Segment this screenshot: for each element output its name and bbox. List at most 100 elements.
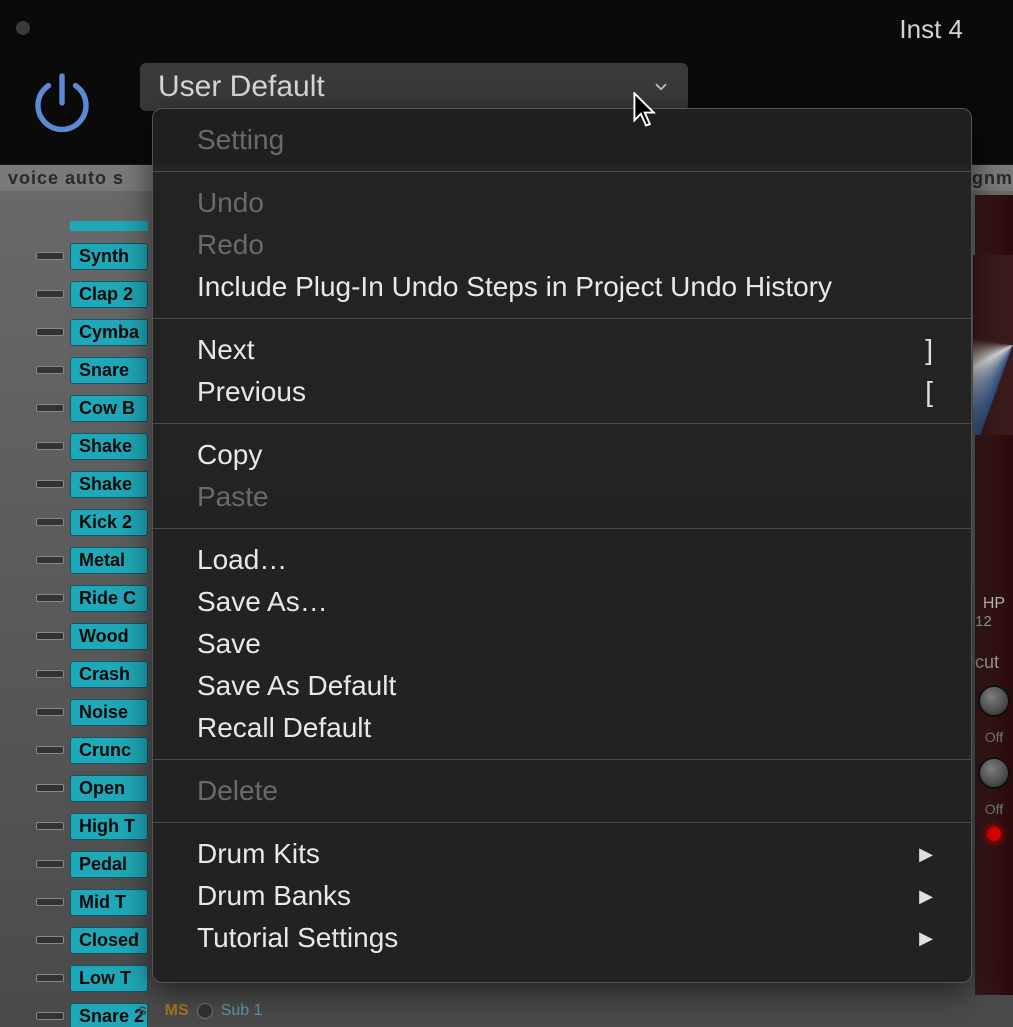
close-window-button[interactable]	[16, 21, 30, 35]
menu-delete-label: Delete	[197, 775, 278, 807]
track-row[interactable]: Pedal	[36, 845, 154, 883]
menu-save-as[interactable]: Save As…	[153, 581, 971, 623]
sq-label: sq	[138, 1002, 157, 1020]
track-row[interactable]: Open	[36, 769, 154, 807]
menu-save-label: Save	[197, 628, 261, 660]
track-pill[interactable]: Clap 2	[70, 281, 148, 308]
fader-stub[interactable]	[36, 670, 64, 678]
track-pill[interactable]: Shake	[70, 471, 148, 498]
sub-label: Sub 1	[221, 1002, 263, 1020]
menu-copy[interactable]: Copy	[153, 434, 971, 476]
menu-recall-default[interactable]: Recall Default	[153, 707, 971, 749]
track-pill[interactable]: Mid T	[70, 889, 148, 916]
submenu-arrow-icon: ▶	[919, 844, 933, 865]
menu-load[interactable]: Load…	[153, 539, 971, 581]
track-pill[interactable]: High T	[70, 813, 148, 840]
track-pill[interactable]: Crunc	[70, 737, 148, 764]
track-row[interactable]: Closed	[36, 921, 154, 959]
track-row[interactable]: Ride C	[36, 579, 154, 617]
menu-tutorial[interactable]: Tutorial Settings ▶	[153, 917, 971, 959]
menu-load-label: Load…	[197, 544, 287, 576]
fader-stub[interactable]	[36, 936, 64, 944]
track-row[interactable]: Crunc	[36, 731, 154, 769]
fader-stub[interactable]	[36, 252, 64, 260]
track-pill[interactable]: Kick 2	[70, 509, 148, 536]
track-pill[interactable]: Cow B	[70, 395, 148, 422]
menu-drum-banks[interactable]: Drum Banks ▶	[153, 875, 971, 917]
track-row[interactable]: Shake	[36, 427, 154, 465]
track-row[interactable]: Crash	[36, 655, 154, 693]
fader-stub[interactable]	[36, 974, 64, 982]
track-row[interactable]: Shake	[36, 465, 154, 503]
track-pill[interactable]: Snare 2	[70, 1003, 148, 1027]
menu-recall-default-label: Recall Default	[197, 712, 371, 744]
fader-stub[interactable]	[36, 860, 64, 868]
track-row[interactable]: Synth	[36, 237, 154, 275]
track-pill[interactable]: Shake	[70, 433, 148, 460]
fader-stub[interactable]	[36, 328, 64, 336]
menu-previous[interactable]: Previous [	[153, 371, 971, 413]
fader-stub[interactable]	[36, 404, 64, 412]
fader-stub[interactable]	[36, 290, 64, 298]
fader-stub[interactable]	[36, 708, 64, 716]
filter-panel: HP 12 cut Off Off	[975, 195, 1013, 995]
track-pill[interactable]: Noise	[70, 699, 148, 726]
bottom-strip: sq MS Sub 1	[138, 995, 262, 1027]
track-row[interactable]: Kick 2	[36, 503, 154, 541]
track-pill[interactable]: Low T	[70, 965, 148, 992]
preset-dropdown[interactable]: User Default	[140, 63, 688, 111]
track-pill[interactable]: Closed	[70, 927, 148, 954]
filter-dial[interactable]	[973, 255, 1013, 435]
menu-include-undo-label: Include Plug-In Undo Steps in Project Un…	[197, 271, 832, 303]
track-pill[interactable]: Pedal	[70, 851, 148, 878]
cutoff-knob[interactable]	[978, 685, 1010, 717]
submenu-arrow-icon: ▶	[919, 886, 933, 907]
track-row[interactable]: Metal	[36, 541, 154, 579]
track-pill[interactable]: Synth	[70, 243, 148, 270]
track-pill[interactable]: Wood	[70, 623, 148, 650]
fader-stub[interactable]	[36, 594, 64, 602]
track-row[interactable]: Clap 2	[36, 275, 154, 313]
track-pill[interactable]: Snare	[70, 357, 148, 384]
track-row[interactable]: Noise	[36, 693, 154, 731]
fader-stub[interactable]	[36, 632, 64, 640]
fader-stub[interactable]	[36, 480, 64, 488]
resonance-knob[interactable]	[978, 757, 1010, 789]
fader-stub[interactable]	[36, 822, 64, 830]
track-pill[interactable]: Open	[70, 775, 148, 802]
track-row[interactable]: Cymba	[36, 313, 154, 351]
fader-stub[interactable]	[36, 442, 64, 450]
menu-save-default[interactable]: Save As Default	[153, 665, 971, 707]
fader-stub[interactable]	[36, 746, 64, 754]
fader-stub[interactable]	[36, 1012, 64, 1020]
track-row[interactable]: High T	[36, 807, 154, 845]
fader-stub[interactable]	[36, 898, 64, 906]
fader-stub[interactable]	[36, 784, 64, 792]
track-row[interactable]: Cow B	[36, 389, 154, 427]
small-knob[interactable]	[197, 1003, 213, 1019]
track-pill[interactable]: Ride C	[70, 585, 148, 612]
menu-save-as-label: Save As…	[197, 586, 328, 618]
menu-save[interactable]: Save	[153, 623, 971, 665]
titlebar: Inst 4	[0, 0, 1013, 55]
menu-drum-kits[interactable]: Drum Kits ▶	[153, 833, 971, 875]
track-pill[interactable]: Metal	[70, 547, 148, 574]
track-row[interactable]: Wood	[36, 617, 154, 655]
menu-delete: Delete	[153, 770, 971, 812]
indicator-led	[987, 827, 1001, 841]
ms-label[interactable]: MS	[165, 1002, 189, 1020]
menu-drum-kits-label: Drum Kits	[197, 838, 320, 870]
track-pill[interactable]: Crash	[70, 661, 148, 688]
menu-include-undo[interactable]: Include Plug-In Undo Steps in Project Un…	[153, 266, 971, 308]
track-row[interactable]: Low T	[36, 959, 154, 997]
fader-stub[interactable]	[36, 518, 64, 526]
track-row[interactable]: Snare 2	[36, 997, 154, 1027]
slope-label: 12	[975, 613, 1013, 630]
track-row[interactable]: Snare	[36, 351, 154, 389]
fader-stub[interactable]	[36, 556, 64, 564]
track-pill[interactable]: Cymba	[70, 319, 148, 346]
track-row[interactable]: Mid T	[36, 883, 154, 921]
menu-next[interactable]: Next ]	[153, 329, 971, 371]
power-icon[interactable]	[26, 67, 98, 139]
fader-stub[interactable]	[36, 366, 64, 374]
